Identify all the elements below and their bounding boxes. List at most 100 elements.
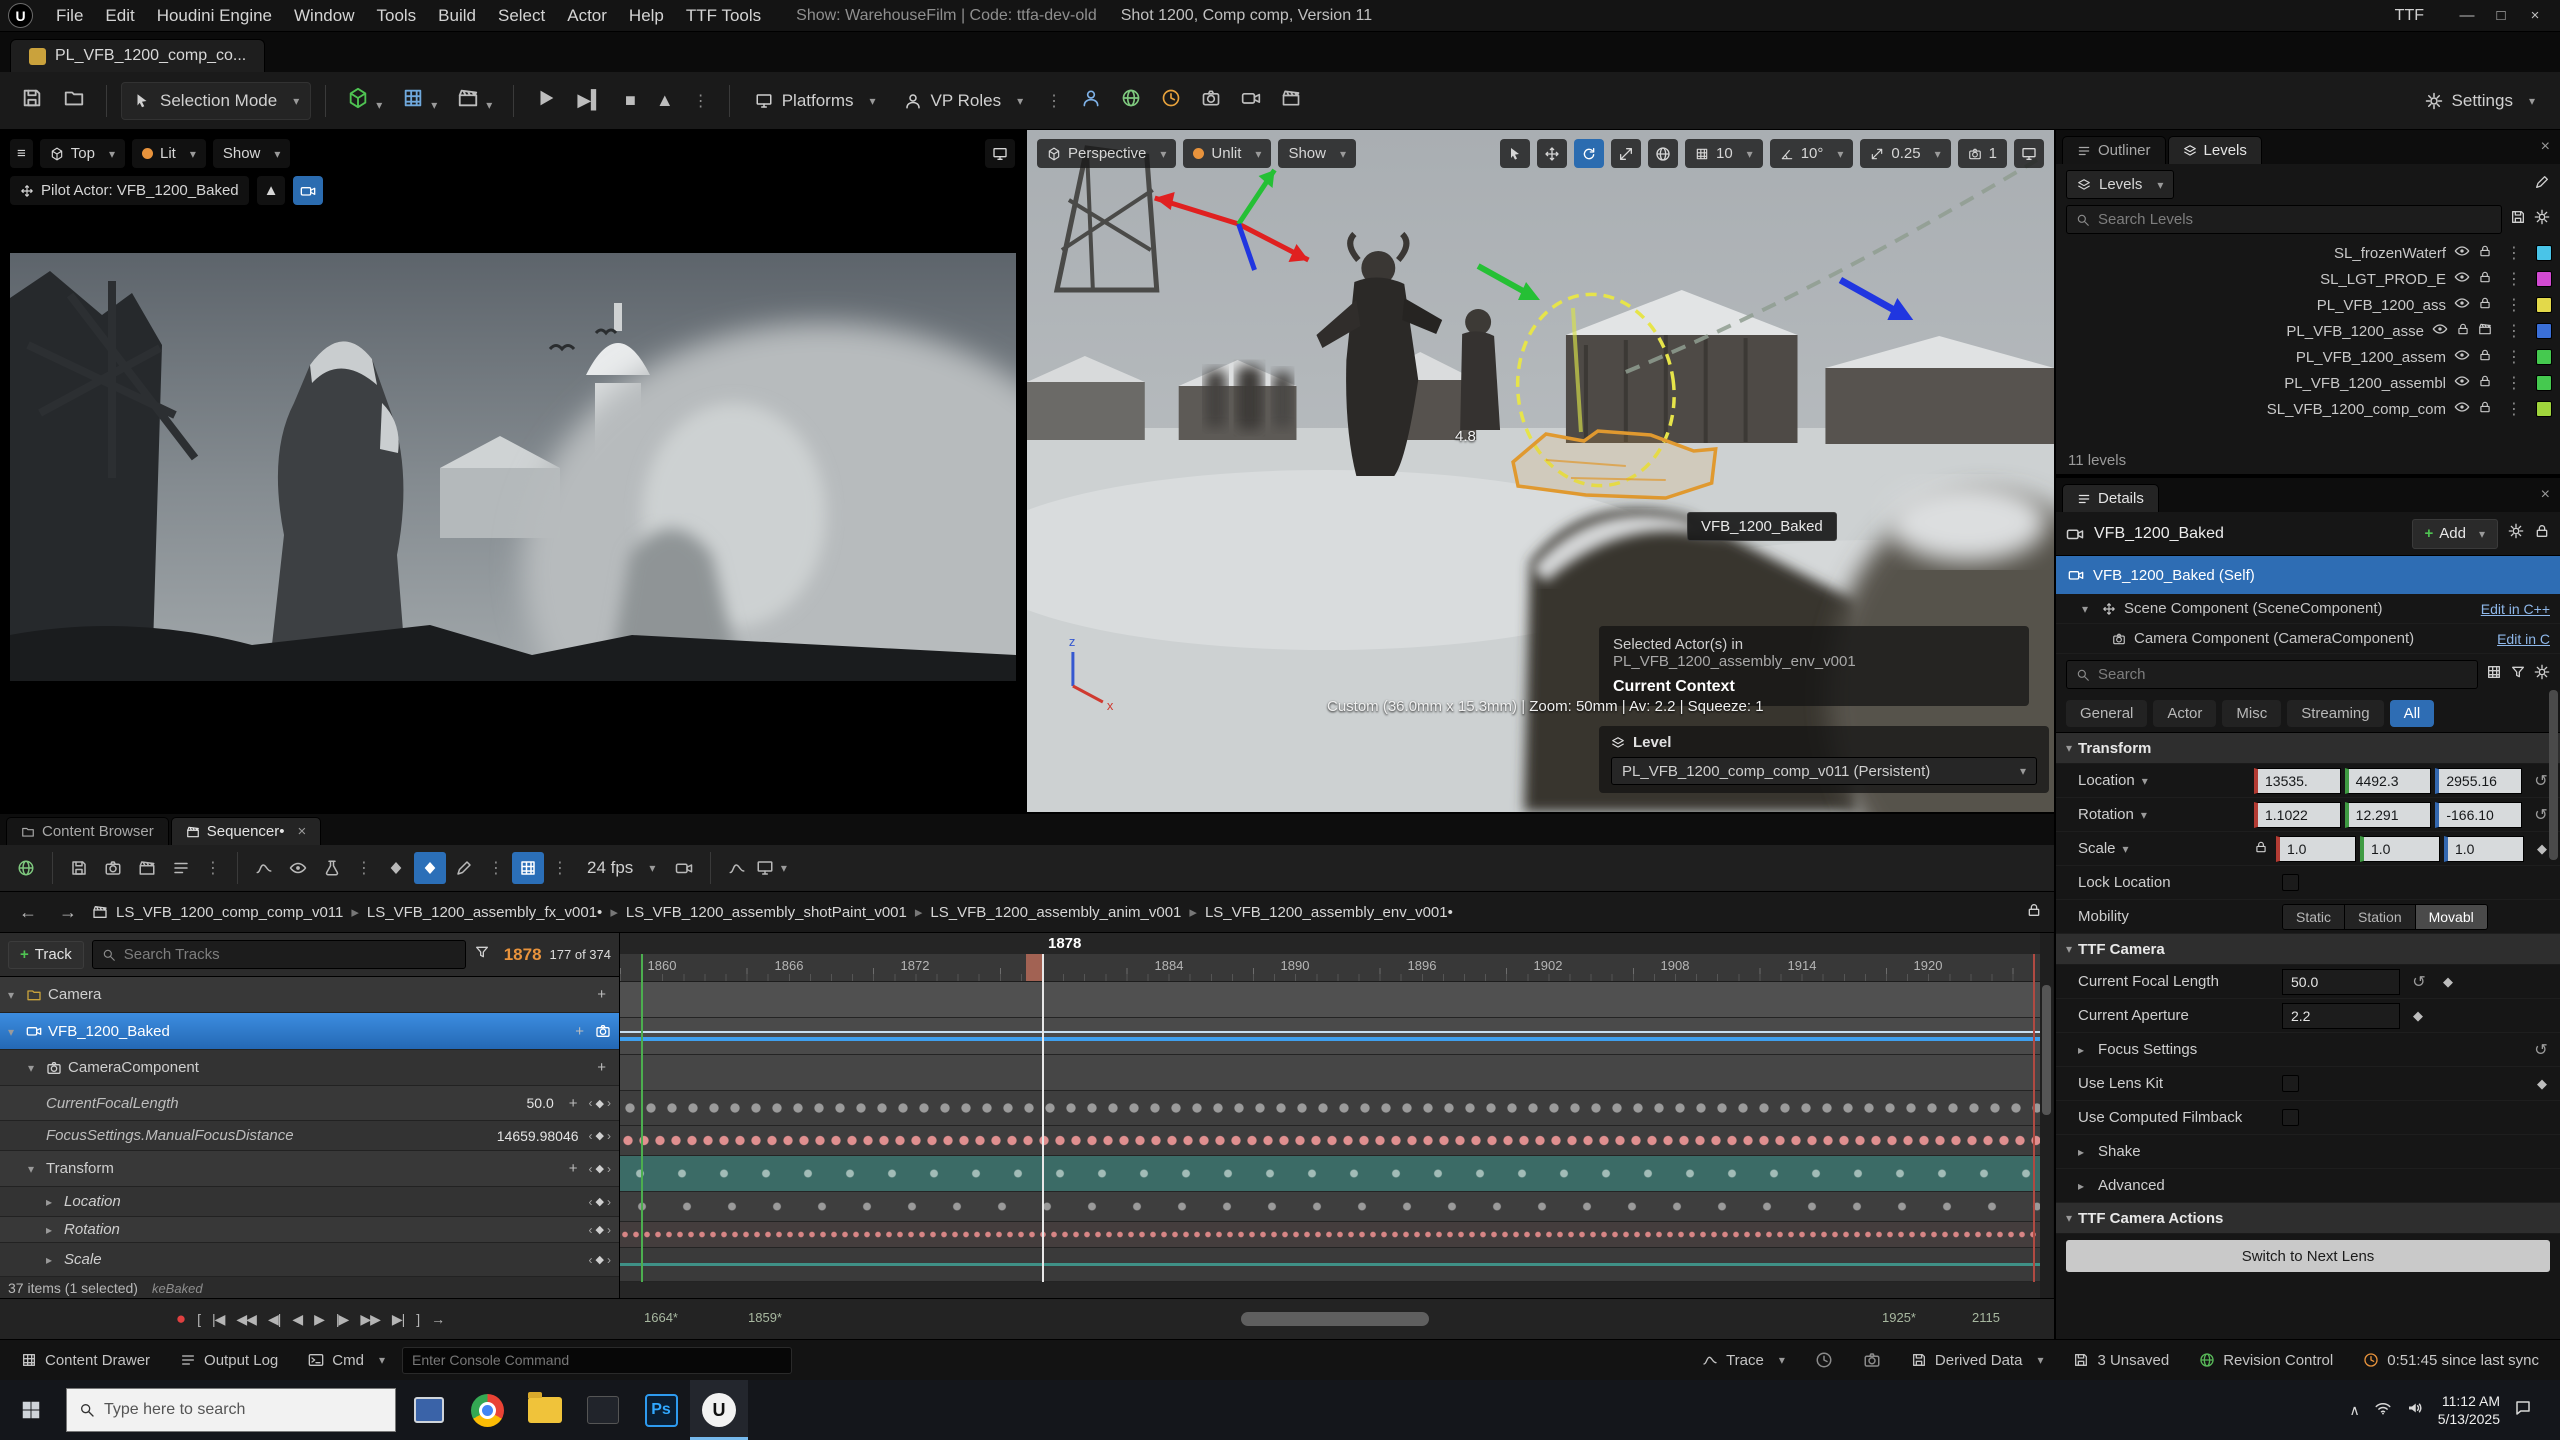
view-options-icon[interactable] (282, 852, 314, 884)
menu-help[interactable]: Help (618, 3, 675, 29)
details-favorites-icon[interactable] (2510, 664, 2526, 685)
world-icon[interactable] (10, 852, 42, 884)
fps-dropdown[interactable]: 24 fps (576, 852, 666, 884)
scale-y-field[interactable]: 1.0 (2360, 836, 2440, 862)
tab-details[interactable]: Details (2062, 484, 2159, 512)
menu-ttf-tools[interactable]: TTF Tools (675, 3, 772, 29)
track-filter-icon[interactable] (474, 944, 490, 965)
shake-row[interactable]: Shake (2056, 1135, 2560, 1169)
keyframe-lane-scale[interactable] (620, 1248, 2040, 1282)
blueprints-icon[interactable] (395, 87, 444, 114)
unsaved-button[interactable]: 3 Unsaved (2060, 1340, 2182, 1381)
keyframe-settings-icon[interactable] (380, 852, 412, 884)
add-section-icon[interactable]: + (592, 986, 611, 1003)
vp-roles-dropdown[interactable]: VP Roles (893, 82, 1035, 120)
visibility-eye-icon[interactable] (2454, 347, 2470, 367)
playback-range-icon[interactable] (721, 852, 753, 884)
level-kebab-icon[interactable]: ⋮ (2500, 347, 2528, 367)
unreal-logo-icon[interactable]: U (8, 3, 33, 28)
expander-icon[interactable] (2082, 600, 2094, 617)
breadcrumb[interactable]: LS_VFB_1200_assembly_shotPaint_v001 (610, 903, 907, 921)
mobility-stationary[interactable]: Station (2345, 905, 2416, 929)
advanced-row[interactable]: Advanced (2056, 1169, 2560, 1203)
level-kebab-icon[interactable]: ⋮ (2500, 295, 2528, 315)
maximize-button[interactable]: □ (2484, 7, 2518, 24)
world-icon[interactable] (1114, 88, 1148, 113)
track-row-transform[interactable]: Transform + ‹◆› (0, 1151, 619, 1187)
range-end-label[interactable]: 2115 (1972, 1310, 2000, 1325)
levels-search-input[interactable] (2098, 211, 2492, 228)
select-tool-icon[interactable] (1500, 139, 1530, 168)
keyframe-nav[interactable]: ‹◆› (589, 1096, 611, 1110)
expander-icon[interactable] (46, 1251, 58, 1268)
minimize-button[interactable]: — (2450, 7, 2484, 24)
save-levels-icon[interactable] (2510, 209, 2526, 230)
focal-length-value[interactable]: 50.0 (527, 1095, 554, 1111)
create-camera-icon[interactable] (97, 852, 129, 884)
keyframe-nav[interactable]: ‹◆› (589, 1195, 611, 1209)
add-section-icon[interactable]: + (592, 1059, 611, 1076)
render-movie-icon[interactable] (131, 852, 163, 884)
trace-dropdown[interactable]: Trace (1689, 1340, 1798, 1381)
breadcrumb[interactable]: LS_VFB_1200_comp_comp_v011 (116, 904, 343, 921)
reset-focus-icon[interactable]: ↺ (2530, 1040, 2552, 1060)
details-grid-icon[interactable] (2486, 664, 2502, 685)
output-log-button[interactable]: Output Log (167, 1340, 291, 1381)
save-icon[interactable] (63, 852, 95, 884)
insights-icon[interactable] (1802, 1340, 1846, 1381)
level-kebab-icon[interactable]: ⋮ (2500, 269, 2528, 289)
keyframe-lane-transform[interactable] (620, 1156, 2040, 1192)
breadcrumb[interactable]: LS_VFB_1200_assembly_anim_v001 (915, 903, 1182, 921)
scale-x-field[interactable]: 1.0 (2276, 836, 2356, 862)
file-explorer-button[interactable] (516, 1380, 574, 1440)
focal-length-field[interactable]: 50.0 (2282, 969, 2400, 995)
range-start-label[interactable]: 1664* (644, 1310, 678, 1325)
track-row-vfb-baked[interactable]: VFB_1200_Baked + (0, 1013, 619, 1050)
focal-keyframe-icon[interactable]: ◆ (2438, 974, 2458, 990)
move-tool-icon[interactable] (1537, 139, 1567, 168)
current-frame-display[interactable]: 1878 (504, 945, 542, 965)
skip-button[interactable]: ▶▍ (570, 90, 612, 111)
breadcrumb[interactable]: LS_VFB_1200_assembly_env_v001• (1189, 903, 1452, 921)
track-row-location[interactable]: Location ‹◆› (0, 1187, 619, 1217)
mobility-static[interactable]: Static (2283, 905, 2345, 929)
content-browser-icon[interactable] (56, 87, 92, 114)
work-start-label[interactable]: 1859* (748, 1310, 782, 1325)
level-kebab-icon[interactable]: ⋮ (2500, 321, 2528, 341)
work-end-label[interactable]: 1925* (1882, 1310, 1916, 1325)
track-row-focal-length[interactable]: CurrentFocalLength 50.0 + ‹◆› (0, 1086, 619, 1121)
keyframe-nav[interactable]: ‹◆› (589, 1129, 611, 1143)
keyframe-lane-component[interactable] (620, 1055, 2040, 1091)
keyframe-lane-focus-distance[interactable] (620, 1126, 2040, 1156)
scrollbar-thumb[interactable] (2042, 985, 2051, 1115)
lock-location-checkbox[interactable] (2282, 874, 2299, 891)
jump-to-end-button[interactable]: ▶| (392, 1311, 404, 1328)
filter-streaming[interactable]: Streaming (2287, 700, 2383, 727)
terminal-button[interactable] (574, 1380, 632, 1440)
camera-lock-icon[interactable] (668, 852, 700, 884)
monitor-options-icon[interactable] (755, 852, 787, 884)
timeline-vertical-scrollbar[interactable] (2040, 933, 2053, 1298)
console-command-bar[interactable] (402, 1347, 792, 1374)
track-row-camera[interactable]: Camera + (0, 977, 619, 1013)
details-options-icon[interactable] (2508, 523, 2524, 544)
maximize-viewport-icon[interactable] (2014, 139, 2044, 168)
expander-icon[interactable] (8, 986, 20, 1003)
menu-tools[interactable]: Tools (365, 3, 427, 29)
pilot-camera-view-toggle-icon[interactable] (293, 176, 323, 205)
scale-lock-icon[interactable] (2254, 840, 2268, 858)
viewport-menu-icon[interactable]: ≡ (10, 139, 33, 168)
taskbar-search[interactable] (66, 1388, 396, 1432)
tab-levels[interactable]: Levels (2168, 136, 2262, 164)
details-settings-icon[interactable] (2534, 664, 2550, 685)
lock-sequence-icon[interactable] (2026, 902, 2042, 922)
stop-button[interactable]: ■ (618, 90, 643, 111)
levels-combo[interactable]: Levels (2066, 170, 2174, 199)
details-search[interactable] (2066, 660, 2478, 689)
keyframe-nav[interactable]: ‹◆› (589, 1223, 611, 1237)
save-icon[interactable] (14, 87, 50, 114)
level-row[interactable]: SL_LGT_PROD_E ⋮ (2056, 266, 2560, 292)
location-z-field[interactable]: 2955.16 (2435, 768, 2522, 794)
keyframe-lane-location[interactable] (620, 1192, 2040, 1222)
level-color-chip[interactable] (2536, 271, 2552, 287)
